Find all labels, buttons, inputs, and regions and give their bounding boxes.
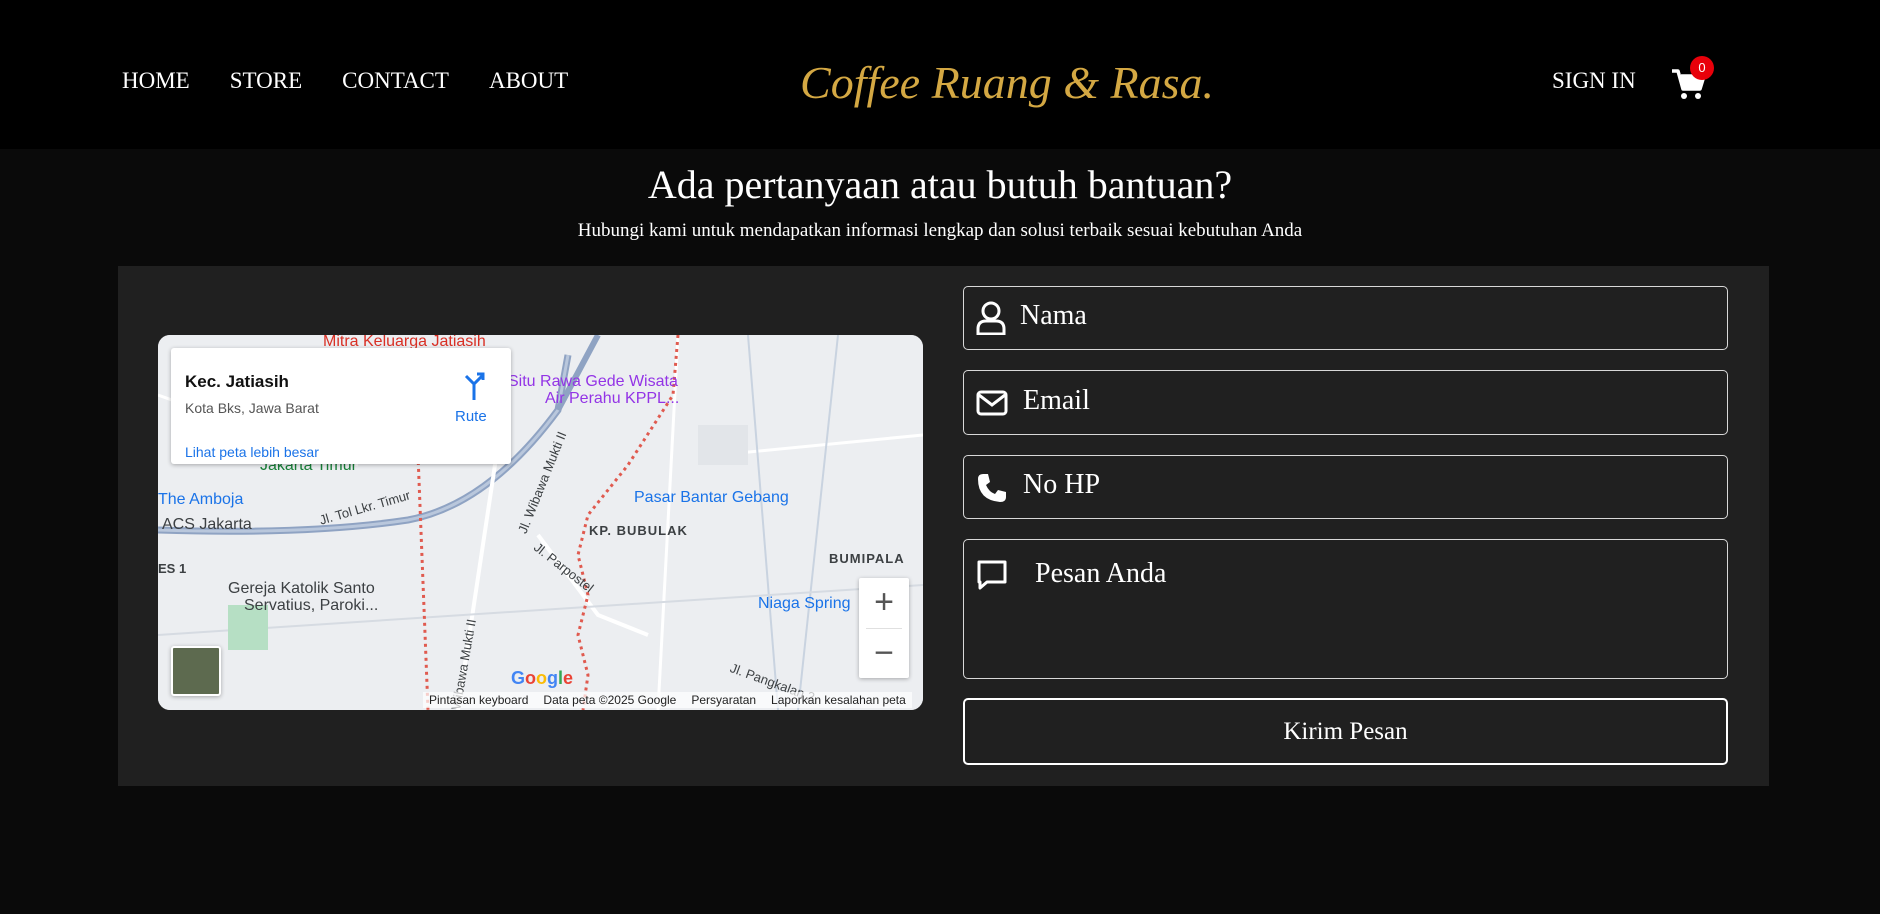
map-label: Air Perahu KPPL... [545,390,680,407]
map-label: ACS Jakarta [162,516,252,533]
phone-placeholder: No HP [1023,469,1101,500]
map-label: Niaga Spring [758,595,851,612]
speech-bubble-icon [977,560,1007,590]
google-logo: Google [511,668,574,688]
map-zoom-control: + − [859,578,909,678]
phone-icon [978,474,1006,502]
map-place-region: Kota Bks, Jawa Barat [185,400,319,416]
view-larger-map-link[interactable]: Lihat peta lebih besar [185,444,319,460]
name-field[interactable]: Nama [963,286,1728,350]
map-label: Situ Rawa Gede Wisata [508,373,678,390]
map-label: Servatius, Paroki... [244,597,379,614]
email-placeholder: Email [1023,385,1090,416]
message-field[interactable]: Pesan Anda [963,539,1728,679]
page-title: Ada pertanyaan atau butuh bantuan? [647,162,1233,207]
report-error-link[interactable]: Laporkan kesalahan peta [771,693,906,707]
cart-count-badge: 0 [1690,56,1714,80]
map-label: Gereja Katolik Santo [228,580,375,597]
map-footer: Pintasan keyboard Data peta ©2025 Google… [423,692,912,708]
map-label: Pasar Bantar Gebang [634,489,789,506]
contact-page: Ada pertanyaan atau butuh bantuan? Hubun… [0,149,1880,914]
message-placeholder: Pesan Anda [1035,558,1167,589]
keyboard-shortcuts-link[interactable]: Pintasan keyboard [429,693,528,707]
envelope-icon [976,390,1008,416]
phone-field[interactable]: No HP [963,455,1728,519]
contact-panel: Mitra Keluarga Jatiasih Situ Rawa Gede W… [118,266,1769,786]
directions-icon[interactable] [461,370,487,400]
name-placeholder: Nama [1020,300,1087,331]
embedded-map[interactable]: Mitra Keluarga Jatiasih Situ Rawa Gede W… [158,335,923,710]
zoom-in-button[interactable]: + [859,578,909,628]
map-place-name: Kec. Jatiasih [185,372,289,391]
send-message-button[interactable]: Kirim Pesan [963,698,1728,765]
directions-button[interactable]: Rute [455,408,487,425]
zoom-out-button[interactable]: − [859,629,909,679]
email-field[interactable]: Email [963,370,1728,435]
map-label: KP. BUBULAK [589,523,688,538]
satellite-toggle[interactable] [171,646,221,696]
map-label: ES 1 [158,561,187,576]
map-label: The Amboja [158,491,244,508]
map-label: BUMIPALA [829,551,905,566]
map-info-card: Kec. Jatiasih Kota Bks, Jawa Barat Lihat… [171,348,511,464]
user-icon [976,301,1006,335]
page-subtitle: Hubungi kami untuk mendapatkan informasi… [577,220,1303,241]
map-data-credit: Data peta ©2025 Google [543,693,677,707]
site-header: HOME STORE CONTACT ABOUT Coffee Ruang & … [0,0,1880,149]
terms-link[interactable]: Persyaratan [691,693,756,707]
sign-in-link[interactable]: SIGN IN [1552,68,1636,94]
